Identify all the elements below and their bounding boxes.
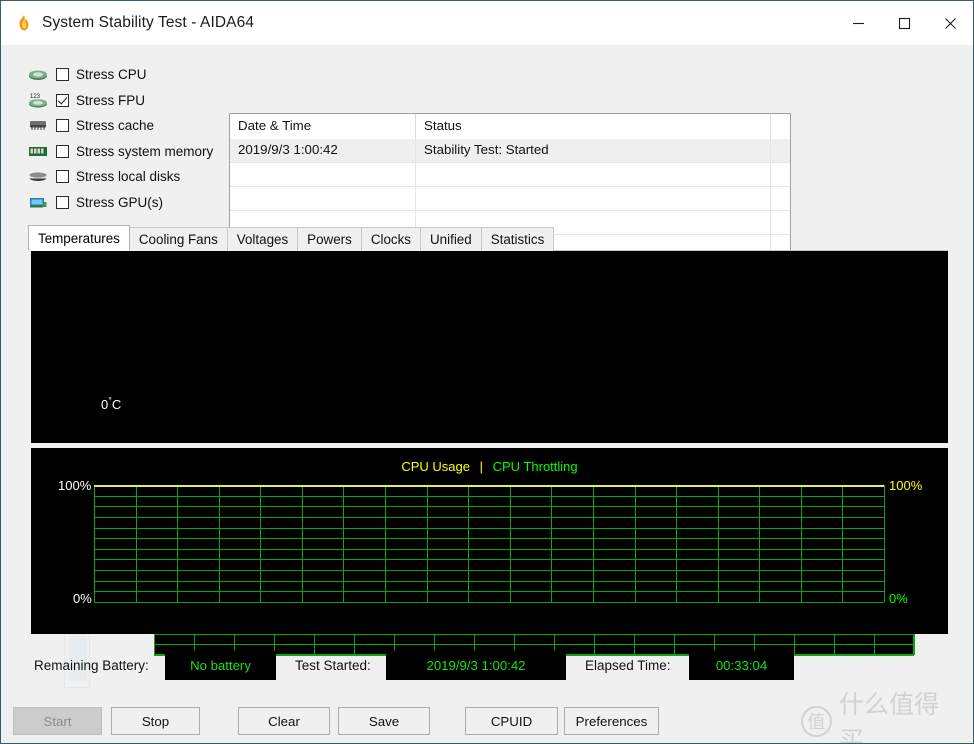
temp-axis-bottom-value: 0°C (101, 396, 122, 413)
cell-datetime: 2019/9/3 1:00:42 (230, 139, 416, 163)
start-button[interactable]: Start (13, 707, 102, 735)
usage-plot-area[interactable] (94, 485, 885, 603)
preferences-button[interactable]: Preferences (564, 707, 659, 735)
usage-axis-top-right: 100% (889, 478, 923, 493)
top-panel: Stress CPU 123 Stress FPU Stress cache S… (1, 45, 973, 259)
fpu-chip-icon: 123 (26, 91, 50, 109)
stress-option-cpu[interactable]: Stress CPU (26, 63, 221, 86)
stress-option-disks[interactable]: Stress local disks (26, 165, 221, 188)
temperatures-graph-panel: Motherboard CPU Core #1 CPU Core #2 CPU … (31, 251, 948, 688)
hard-disk-icon (26, 168, 50, 186)
cell-datetime (230, 163, 416, 187)
battery-value: No battery (165, 651, 276, 680)
svg-text:123: 123 (30, 94, 41, 100)
stress-cache-label: Stress cache (76, 118, 155, 133)
column-header-datetime[interactable]: Date & Time (230, 114, 416, 139)
watermark-logo-icon: 值 (801, 705, 832, 737)
watermark-text: 什么值得买 (839, 690, 940, 744)
window-title: System Stability Test - AIDA64 (42, 14, 255, 31)
maximize-button[interactable] (881, 1, 927, 45)
usage-title-cpu-usage: CPU Usage (401, 459, 470, 474)
title-left-group: System Stability Test - AIDA64 (1, 14, 835, 32)
cpu-usage-graph-panel: CPU Usage | CPU Throttling 100% 0% 100% … (31, 448, 948, 634)
usage-title-cpu-throttling: CPU Throttling (492, 459, 578, 474)
usage-axis-bottom-right: 0% (889, 591, 908, 606)
stress-option-cache[interactable]: Stress cache (26, 114, 221, 137)
elapsed-time-value: 00:33:04 (689, 651, 794, 680)
cell-extra (771, 139, 790, 163)
cell-extra (771, 187, 790, 211)
cell-extra (771, 211, 790, 235)
tab-unified[interactable]: Unified (420, 227, 482, 251)
stress-gpu-label: Stress GPU(s) (76, 194, 164, 210)
table-row[interactable] (230, 187, 790, 211)
cpu-chip-icon (26, 66, 50, 84)
title-bar: System Stability Test - AIDA64 (1, 1, 973, 45)
column-header-extra[interactable] (771, 114, 790, 139)
usage-axis-top-left: 100% (58, 478, 92, 493)
stress-cpu-checkbox[interactable] (56, 68, 69, 81)
temp-axis-label-bottom: 0°C (101, 396, 121, 412)
stress-option-gpu[interactable]: Stress GPU(s) (26, 191, 221, 214)
tab-clocks[interactable]: Clocks (360, 227, 421, 251)
elapsed-time-label: Elapsed Time: (585, 658, 671, 673)
gpu-card-icon (26, 193, 50, 211)
site-watermark: 值 什么值得买 (801, 690, 961, 743)
stress-cpu-label: Stress CPU (76, 67, 147, 82)
aida64-stability-window: System Stability Test - AIDA64 Stress CP… (0, 0, 974, 744)
clear-button[interactable]: Clear (238, 707, 330, 735)
column-header-status[interactable]: Status (416, 114, 771, 139)
stress-disks-label: Stress local disks (76, 169, 181, 184)
usage-line-cpu-usage (94, 485, 884, 487)
stress-fpu-label: Stress FPU (76, 92, 146, 108)
tab-bar: Temperatures Cooling Fans Voltages Power… (28, 225, 555, 251)
window-controls (835, 1, 973, 45)
table-row[interactable]: 2019/9/3 1:00:42 Stability Test: Started (230, 139, 790, 163)
stress-options-list: Stress CPU 123 Stress FPU Stress cache S… (26, 63, 221, 216)
memory-module-icon (26, 142, 50, 160)
flame-icon (15, 14, 33, 32)
cell-datetime (230, 187, 416, 211)
cpuid-button[interactable]: CPUID (465, 707, 558, 735)
save-button[interactable]: Save (338, 707, 430, 735)
stress-disks-checkbox[interactable] (56, 170, 69, 183)
cell-status: Stability Test: Started (416, 139, 771, 163)
test-started-label: Test Started: (295, 658, 371, 673)
stress-fpu-checkbox[interactable] (56, 93, 69, 107)
stress-cache-checkbox[interactable] (56, 119, 69, 132)
cell-extra (771, 163, 790, 187)
table-header-row: Date & Time Status (230, 114, 790, 139)
cell-status (416, 187, 771, 211)
tab-statistics[interactable]: Statistics (480, 227, 555, 251)
usage-axis-bottom-left: 0% (73, 591, 92, 606)
close-button[interactable] (927, 1, 973, 45)
tab-powers[interactable]: Powers (297, 227, 362, 251)
tab-temperatures[interactable]: Temperatures (28, 225, 130, 251)
tab-cooling-fans[interactable]: Cooling Fans (128, 227, 228, 251)
stress-option-fpu[interactable]: 123 Stress FPU (26, 89, 221, 112)
tab-voltages[interactable]: Voltages (226, 227, 299, 251)
stress-gpu-checkbox[interactable] (56, 195, 69, 209)
usage-graph-title: CPU Usage | CPU Throttling (31, 459, 948, 474)
status-row: Remaining Battery: No battery Test Start… (1, 646, 973, 690)
test-started-value: 2019/9/3 1:00:42 (386, 651, 566, 680)
cell-status (416, 163, 771, 187)
stop-button[interactable]: Stop (111, 707, 200, 735)
battery-label: Remaining Battery: (34, 658, 149, 673)
stress-memory-label: Stress system memory (76, 143, 214, 159)
minimize-button[interactable] (835, 1, 881, 45)
stress-memory-checkbox[interactable] (56, 144, 69, 158)
usage-grid (94, 485, 885, 603)
cache-chip-icon (26, 117, 50, 135)
table-row[interactable] (230, 163, 790, 187)
usage-title-separator: | (479, 459, 483, 474)
stress-option-memory[interactable]: Stress system memory (26, 140, 221, 163)
